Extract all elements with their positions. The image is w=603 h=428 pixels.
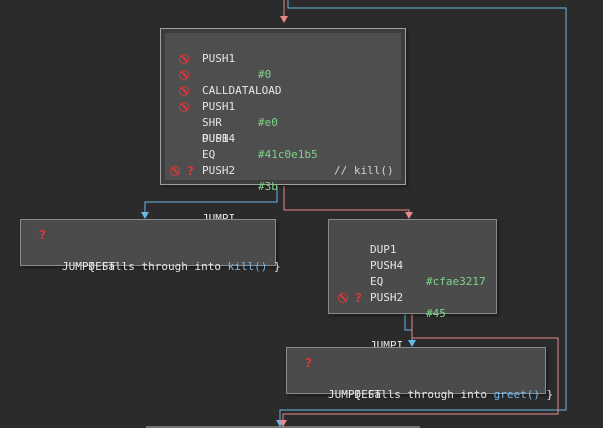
operand: #45	[426, 307, 446, 320]
instruction-row[interactable]: PUSH1 #e0	[161, 67, 401, 129]
instruction-row[interactable]: PUSH2 #3b	[161, 147, 401, 193]
kill-jumpdest-block[interactable]: ? JUMPDEST { Falls through into kill() }	[20, 219, 281, 273]
edge-dispatcher-to-greet-check	[283, 186, 410, 212]
note-suffix: }	[539, 388, 554, 401]
edge-dispatcher-to-kill-arrow	[141, 212, 149, 219]
instruction-row[interactable]: SHR	[161, 83, 401, 129]
question-mark-icon: ?	[355, 291, 362, 305]
no-entry-icon	[170, 166, 180, 176]
greet-jumpdest-block[interactable]: ? JUMPDEST { Falls through into greet() …	[286, 347, 553, 401]
instruction-row[interactable]: PUSH4 #cfae3217	[329, 242, 494, 288]
incoming-jump-arrow	[280, 16, 288, 23]
no-entry-icon	[179, 102, 189, 112]
instruction-row[interactable]: DUP1	[329, 226, 494, 256]
note-suffix: }	[267, 260, 281, 273]
question-mark-icon: ?	[305, 356, 312, 370]
fallthrough-note: { Falls through into greet() }	[328, 371, 554, 401]
instruction-row[interactable]: ? JUMPDEST	[287, 355, 542, 401]
no-entry-icon	[179, 86, 189, 96]
instruction-row[interactable]: ? JUMPI	[329, 290, 494, 352]
function-name: greet()	[493, 388, 540, 401]
instruction-row[interactable]: PUSH2 #45	[329, 274, 494, 320]
edge-dispatcher-to-greet-check-arrow	[405, 212, 413, 219]
edge-greet-check-to-greet	[404, 314, 413, 340]
question-mark-icon: ?	[39, 228, 46, 242]
instruction-row[interactable]: ? JUMPDEST	[21, 227, 271, 273]
no-entry-icon	[179, 70, 189, 80]
note-prefix: { Falls through into	[88, 260, 228, 273]
greet-check-block[interactable]: DUP1 PUSH4 #cfae3217 EQ PUSH2 #45 ? JUMP…	[328, 219, 497, 352]
instruction-row[interactable]: EQ	[329, 258, 494, 288]
operand: #3b	[258, 180, 278, 193]
question-mark-icon: ?	[187, 164, 194, 178]
instruction-row[interactable]: EQ	[161, 131, 401, 161]
fallthrough-note: { Falls through into kill() }	[62, 243, 281, 273]
function-name: kill()	[227, 260, 268, 273]
dispatcher-block[interactable]: PUSH1 #0 CALLDATALOAD PUSH1 #e0 SHR DUP1…	[160, 28, 406, 225]
note-prefix: { Falls through into	[354, 388, 494, 401]
instruction-row[interactable]: ? JUMPI	[161, 163, 401, 225]
no-entry-icon	[179, 54, 189, 64]
edge-greet-check-to-greet-arrow	[408, 340, 416, 347]
instruction-row[interactable]: CALLDATALOAD	[161, 51, 401, 97]
instruction-row[interactable]: PUSH1 #0	[161, 35, 401, 81]
instruction-row[interactable]: PUSH4 #41c0e1b5 // kill()	[161, 115, 401, 177]
no-entry-icon	[338, 293, 348, 303]
instruction-row[interactable]: DUP1	[161, 99, 401, 145]
